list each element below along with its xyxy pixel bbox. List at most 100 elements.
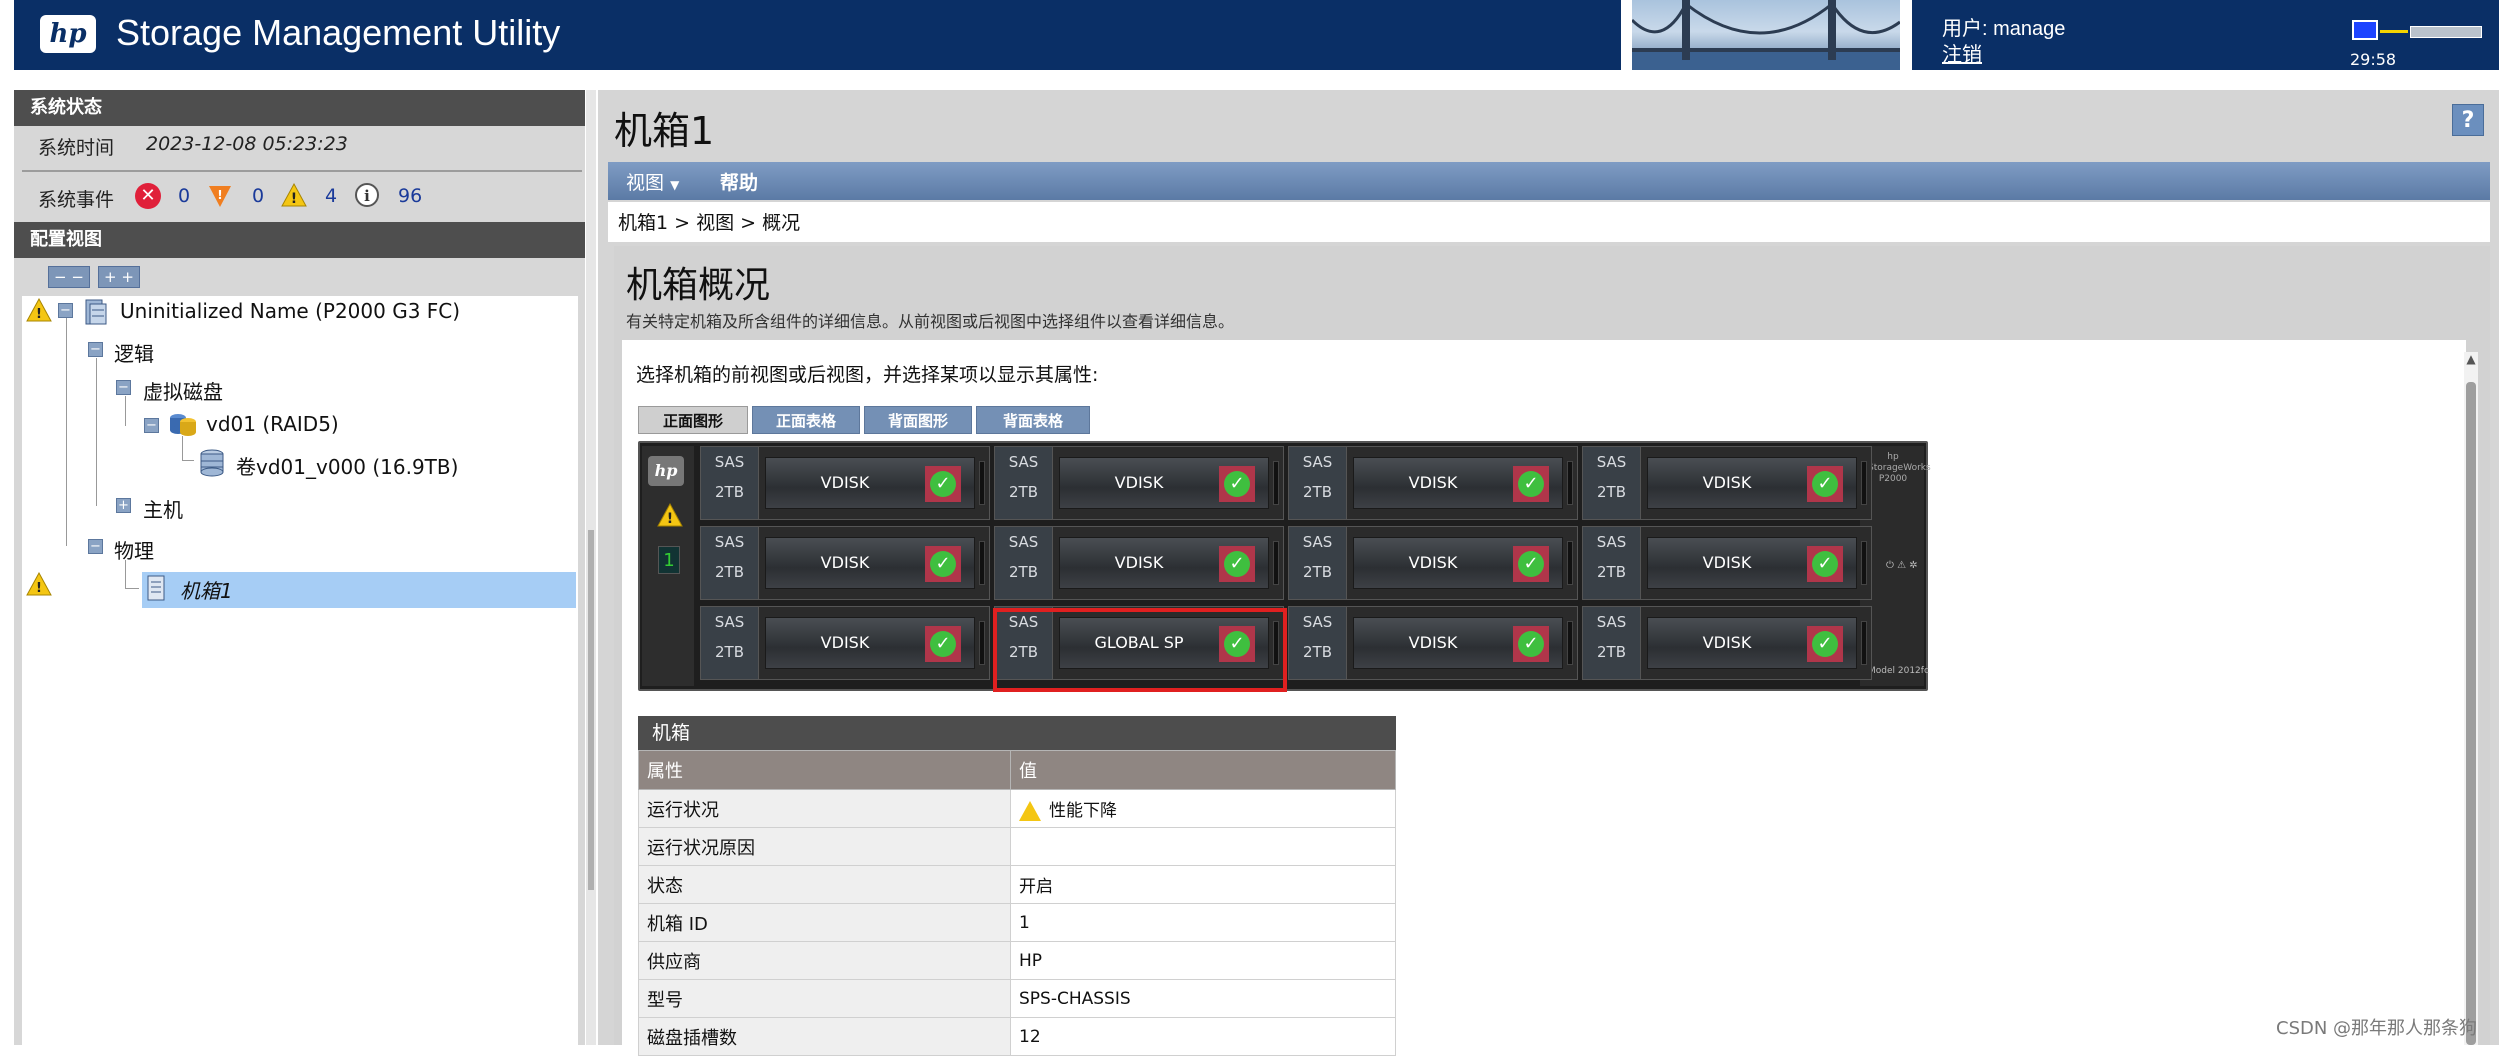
tab-front-table[interactable]: 正面表格 <box>752 406 860 434</box>
property-value: HP <box>1019 950 1043 971</box>
drive-latch <box>1861 621 1867 665</box>
logout-link[interactable]: 注销 <box>1942 38 1982 67</box>
collapse-root-button[interactable]: − <box>58 303 73 318</box>
expand-all-button[interactable]: + + <box>98 266 140 288</box>
drive-size: 2TB <box>1303 643 1332 661</box>
breadcrumb: 机箱1 > 视图 > 概况 <box>618 212 801 234</box>
menu-help[interactable]: 帮助 <box>720 168 758 195</box>
menu-view[interactable]: 视图 ▼ <box>626 168 679 195</box>
info-icon[interactable]: i <box>355 183 379 207</box>
drive-status-indicator: ✓ <box>1513 466 1549 502</box>
collapse-all-button[interactable]: − − <box>48 266 90 288</box>
watermark: CSDN @那年那人那条狗 <box>2276 1018 2478 1039</box>
drive-status-indicator: ✓ <box>925 466 961 502</box>
warning-icon: ! <box>26 571 52 600</box>
property-value-cell: 性能下降 <box>1010 789 1396 828</box>
table-row: 机箱 ID 1 <box>638 903 1396 942</box>
drive-slot[interactable]: SAS 2TB VDISK ✓ <box>700 446 990 520</box>
hp-logo: hp <box>648 456 684 486</box>
table-row: 磁盘插槽数 12 <box>638 1017 1396 1056</box>
drive-status-indicator: ✓ <box>1513 626 1549 662</box>
tab-front-graphic[interactable]: 正面图形 <box>638 406 748 434</box>
drive-slot[interactable]: SAS 2TB VDISK ✓ <box>1582 446 1872 520</box>
enclosure-id-display: 1 <box>658 546 680 574</box>
chevron-down-icon: ▼ <box>670 178 680 192</box>
tree-item-vdisk[interactable]: vd01 (RAID5) <box>206 412 339 436</box>
svg-text:!: ! <box>36 307 42 322</box>
collapse-physical-button[interactable]: − <box>88 539 103 554</box>
tree-item-enclosure[interactable]: 机箱1 <box>180 575 233 604</box>
tab-back-table[interactable]: 背面表格 <box>976 406 1090 434</box>
property-value-cell: 开启 <box>1010 865 1396 904</box>
drive-slot[interactable]: SAS 2TB VDISK ✓ <box>700 526 990 600</box>
divider <box>22 170 582 172</box>
error-icon[interactable]: ✕ <box>135 183 161 209</box>
left-scrollbar-thumb[interactable] <box>588 530 594 890</box>
drive-slot[interactable]: SAS 2TB VDISK ✓ <box>1288 606 1578 680</box>
properties-table: 属性 值 运行状况 性能下降 运行状况原因 状态 开启 机箱 ID 1 供应商 HP 型号 SPS-… <box>638 750 1396 1056</box>
property-value: 性能下降 <box>1049 801 1117 821</box>
property-value-cell <box>1010 827 1396 866</box>
collapse-vdisks-button[interactable]: − <box>116 380 131 395</box>
property-name: 磁盘插槽数 <box>638 1017 1011 1056</box>
properties-body: 运行状况 性能下降 运行状况原因 状态 开启 机箱 ID 1 供应商 HP 型号 SPS-CHASS… <box>638 789 1396 1056</box>
drive-latch <box>979 461 985 505</box>
tree-item-logical[interactable]: 逻辑 <box>114 338 154 367</box>
tree-item-vdisks[interactable]: 虚拟磁盘 <box>143 376 223 405</box>
table-row: 供应商 HP <box>638 941 1396 980</box>
drive-slot[interactable]: SAS 2TB VDISK ✓ <box>1582 606 1872 680</box>
property-name: 机箱 ID <box>638 903 1011 942</box>
drive-size: 2TB <box>1597 643 1626 661</box>
drive-slot[interactable]: SAS 2TB VDISK ✓ <box>994 526 1284 600</box>
content-scrollbar-thumb[interactable] <box>2466 382 2476 1045</box>
drive-status-indicator: ✓ <box>1219 466 1255 502</box>
check-icon: ✓ <box>1518 551 1544 577</box>
enclosure-warning-icon[interactable]: ! <box>656 502 684 532</box>
help-icon[interactable]: ? <box>2452 104 2484 136</box>
drive-info-label: SAS 2TB <box>701 607 759 679</box>
tab-back-graphic[interactable]: 背面图形 <box>864 406 972 434</box>
drive-bus: SAS <box>1008 533 1039 551</box>
warning-icon[interactable]: ! <box>281 182 307 208</box>
scroll-up-icon[interactable]: ▲ <box>2464 352 2478 368</box>
property-value: 12 <box>1019 1026 1041 1047</box>
drive-slot[interactable]: SAS 2TB VDISK ✓ <box>1288 446 1578 520</box>
tree-line <box>96 358 97 506</box>
drive-size: 2TB <box>715 563 744 581</box>
drive-info-label: SAS 2TB <box>701 447 759 519</box>
breadcrumb-bar <box>608 202 2490 242</box>
vdisk-icon <box>168 410 198 438</box>
tree-item-volume[interactable]: 卷vd01_v000 (16.9TB) <box>236 451 458 480</box>
tree-root-label[interactable]: Uninitialized Name (P2000 G3 FC) <box>120 299 460 323</box>
warning-event-count[interactable]: 4 <box>325 185 337 207</box>
critical-event-count[interactable]: 0 <box>178 185 190 207</box>
collapse-vdisk-button[interactable]: − <box>144 418 159 433</box>
tree-item-host[interactable]: 主机 <box>143 494 183 523</box>
expand-host-button[interactable]: + <box>116 498 131 513</box>
drive-slot[interactable]: SAS 2TB VDISK ✓ <box>1288 526 1578 600</box>
drive-info-label: SAS 2TB <box>1583 607 1641 679</box>
page-title: 机箱1 <box>614 109 715 153</box>
drive-slot[interactable]: SAS 2TB VDISK ✓ <box>1582 526 1872 600</box>
drive-info-label: SAS 2TB <box>1289 607 1347 679</box>
drive-latch <box>1273 461 1279 505</box>
session-time: 29:58 <box>2350 50 2397 69</box>
overview-description: 有关特定机箱及所含组件的详细信息。从前视图或后视图中选择组件以查看详细信息。 <box>626 312 1235 331</box>
select-hint: 选择机箱的前视图或后视图，并选择某项以显示其属性: <box>636 364 1099 386</box>
column-property: 属性 <box>638 750 1011 790</box>
app-title: Storage Management Utility <box>116 12 561 53</box>
info-event-count[interactable]: 96 <box>398 185 422 207</box>
error-triangle-icon[interactable]: ! <box>207 183 233 209</box>
property-value-cell: HP <box>1010 941 1396 980</box>
drive-slot[interactable]: SAS 2TB VDISK ✓ <box>700 606 990 680</box>
error-event-count[interactable]: 0 <box>252 185 264 207</box>
collapse-logical-button[interactable]: − <box>88 342 103 357</box>
drive-size: 2TB <box>1303 563 1332 581</box>
system-time-value: 2023-12-08 05:23:23 <box>146 133 348 155</box>
tree-item-physical[interactable]: 物理 <box>114 535 154 564</box>
drive-bus: SAS <box>714 453 745 471</box>
drive-status-indicator: ✓ <box>1807 626 1843 662</box>
drive-slot[interactable]: SAS 2TB VDISK ✓ <box>994 446 1284 520</box>
enclosure-status-leds: ⏻ ⚠ ✲ <box>1886 560 1918 571</box>
property-value-cell: 12 <box>1010 1017 1396 1056</box>
